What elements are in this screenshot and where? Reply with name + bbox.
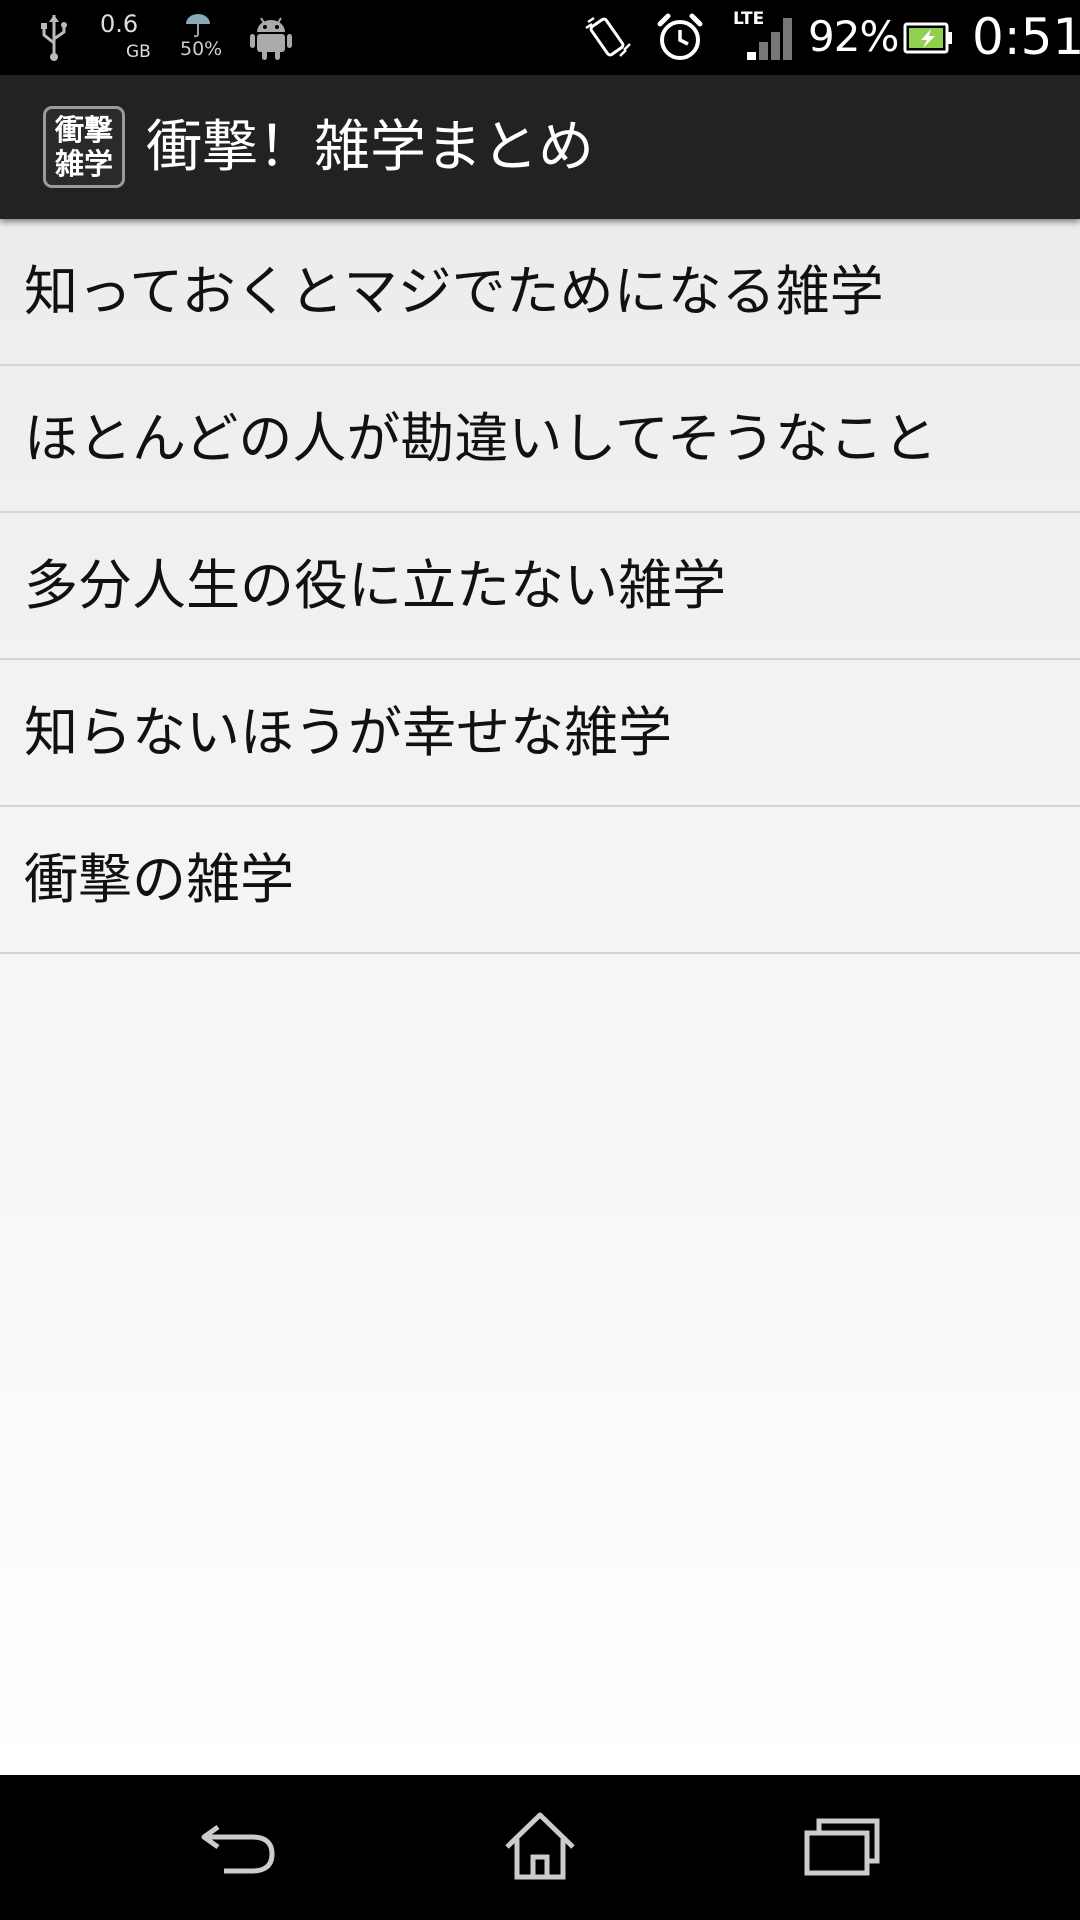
list-item-label: 衝撃の雑学 <box>24 847 294 911</box>
list-item[interactable]: 多分人生の役に立たない雑学 <box>0 513 1080 660</box>
signal-icon <box>744 0 796 75</box>
battery-icon <box>902 0 954 75</box>
alarm-icon <box>652 0 708 75</box>
list-item-label: 多分人生の役に立たない雑学 <box>24 553 726 617</box>
usb-icon <box>34 0 74 75</box>
recent-apps-icon[interactable] <box>795 1807 885 1887</box>
content-area: 知っておくとマジでためになる雑学 ほとんどの人が勘違いしてそうなこと 多分人生の… <box>0 219 1080 1775</box>
vibrate-icon <box>580 0 636 75</box>
app-icon[interactable]: 衝撃 雑学 <box>43 106 125 188</box>
app-title: 衝撃！雑学まとめ <box>146 115 594 180</box>
data-usage-unit: GB <box>126 42 151 62</box>
list-item-label: 知っておくとマジでためになる雑学 <box>24 259 884 323</box>
list-item[interactable]: 知らないほうが幸せな雑学 <box>0 660 1080 807</box>
data-usage-indicator: 0.6 GB <box>96 8 156 68</box>
app-icon-line1: 衝撃 <box>54 113 113 147</box>
list-item[interactable]: 衝撃の雑学 <box>0 807 1080 954</box>
list-item[interactable]: 知っておくとマジでためになる雑学 <box>0 219 1080 366</box>
battery-percent: 92% <box>808 12 899 61</box>
navigation-bar <box>0 1775 1080 1920</box>
list-item[interactable]: ほとんどの人が勘違いしてそうなこと <box>0 366 1080 513</box>
status-bar: 0.6 GB 50% LTE 92% 0:51 <box>0 0 1080 75</box>
weather-percent: 50% <box>180 38 223 60</box>
data-usage-value: 0.6 <box>100 10 139 38</box>
home-icon[interactable] <box>495 1807 585 1887</box>
back-icon[interactable] <box>196 1807 286 1887</box>
list-item-label: ほとんどの人が勘違いしてそうなこと <box>24 406 938 470</box>
clock: 0:51 <box>972 8 1080 66</box>
list-item-label: 知らないほうが幸せな雑学 <box>24 700 672 764</box>
android-icon <box>246 0 296 75</box>
action-bar: 衝撃 雑学 衝撃！雑学まとめ <box>0 75 1080 219</box>
app-icon-line2: 雑学 <box>54 147 113 181</box>
